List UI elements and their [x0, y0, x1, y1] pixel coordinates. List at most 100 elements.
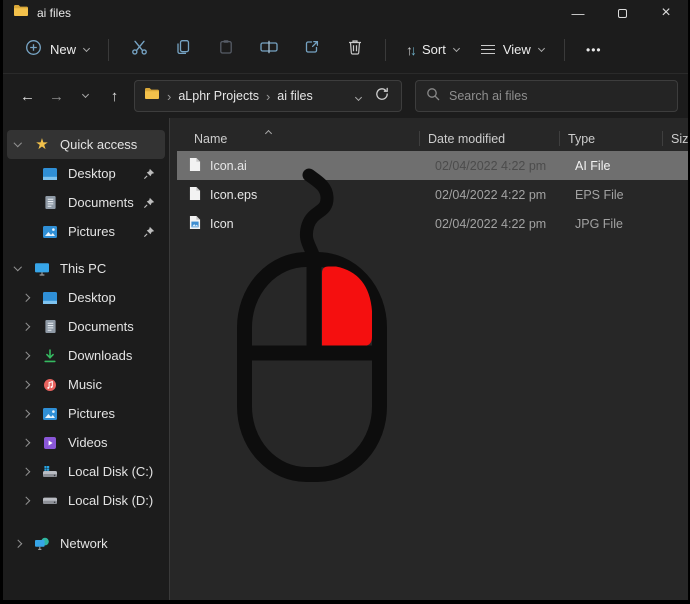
sidebar-item-local-disk-d[interactable]: Local Disk (D:) [7, 486, 165, 515]
breadcrumb-separator: › [265, 88, 271, 104]
breadcrumb-segment-parent[interactable]: aLphr Projects [178, 89, 259, 103]
sidebar-item-documents-pinned[interactable]: Documents [7, 188, 165, 217]
folder-icon [13, 4, 29, 22]
address-bar[interactable]: › aLphr Projects › ai files [134, 80, 402, 112]
address-dropdown-button[interactable] [350, 87, 367, 105]
file-type: AI File [575, 158, 611, 173]
file-row-icon-ai[interactable]: Icon.ai 02/04/2022 4:22 pm AI File [177, 151, 688, 180]
file-date-modified: 02/04/2022 4:22 pm [435, 216, 547, 231]
new-button[interactable]: New [15, 33, 99, 67]
chevron-right-icon[interactable] [21, 496, 30, 505]
cut-button[interactable] [118, 33, 161, 67]
sidebar-item-downloads[interactable]: Downloads [7, 341, 165, 370]
file-name: Icon.ai [210, 158, 247, 173]
folder-icon [144, 87, 160, 105]
sidebar-item-quick-access[interactable]: ★ Quick access [7, 130, 165, 159]
new-button-label: New [50, 42, 77, 57]
up-button[interactable]: ↑ [100, 81, 129, 111]
share-button[interactable] [290, 33, 333, 67]
sort-ascending-icon [264, 129, 273, 138]
recent-locations-button[interactable] [71, 81, 100, 111]
navigation-pane: ★ Quick access Desktop Documents Picture… [3, 118, 170, 600]
close-icon: × [661, 4, 671, 21]
column-label: Type [568, 131, 596, 146]
sidebar-item-label: This PC [60, 261, 107, 276]
mouse-right-button-highlight [322, 266, 372, 346]
chevron-right-icon[interactable] [21, 438, 30, 447]
sidebar-item-this-pc[interactable]: This PC [7, 254, 165, 283]
network-icon [32, 537, 52, 551]
sidebar-item-documents[interactable]: Documents [7, 312, 165, 341]
file-icon [189, 157, 201, 175]
chevron-down-icon [82, 44, 91, 52]
refresh-button[interactable] [367, 87, 392, 106]
sidebar-item-local-disk-c[interactable]: Local Disk (C:) [7, 457, 165, 486]
view-button[interactable]: View [470, 33, 555, 67]
close-button[interactable]: × [644, 0, 688, 26]
refresh-icon [375, 87, 389, 106]
sidebar-item-label: Documents [68, 195, 134, 210]
chevron-right-icon[interactable] [21, 467, 30, 476]
chevron-right-icon[interactable] [21, 380, 30, 389]
column-header-date-modified[interactable]: Date modified [419, 126, 559, 151]
sidebar-item-music[interactable]: Music [7, 370, 165, 399]
forward-button[interactable]: → [42, 81, 71, 111]
chevron-down-icon[interactable] [13, 263, 22, 271]
chevron-down-icon [537, 44, 545, 52]
sidebar-item-desktop-pinned[interactable]: Desktop [7, 159, 165, 188]
sidebar-item-desktop[interactable]: Desktop [7, 283, 165, 312]
column-header-type[interactable]: Type [559, 126, 662, 151]
documents-icon [40, 319, 60, 334]
chevron-down-icon [81, 90, 90, 99]
documents-icon [40, 195, 60, 210]
sidebar-item-network[interactable]: Network [7, 529, 165, 558]
star-icon: ★ [35, 136, 49, 153]
minimize-icon: — [571, 5, 585, 21]
file-explorer-window: ai files — × New ↑↓ Sort View ••• ← → ↑ … [3, 0, 688, 600]
copy-button[interactable] [161, 33, 204, 67]
sidebar-item-label: Documents [68, 319, 134, 334]
breadcrumb-segment-current[interactable]: ai files [277, 89, 312, 103]
column-label: Date modified [428, 131, 506, 146]
sidebar-item-pictures[interactable]: Pictures [7, 399, 165, 428]
rename-button[interactable] [247, 33, 290, 67]
rename-icon [259, 40, 278, 59]
sidebar-item-pictures-pinned[interactable]: Pictures [7, 217, 165, 246]
more-options-button[interactable]: ••• [574, 33, 614, 67]
window-title: ai files [37, 6, 72, 20]
back-button[interactable]: ← [13, 81, 42, 111]
column-header-size[interactable]: Size [662, 126, 688, 151]
sidebar-item-label: Quick access [60, 137, 138, 152]
sidebar-item-videos[interactable]: Videos [7, 428, 165, 457]
chevron-right-icon[interactable] [21, 409, 30, 418]
file-row-icon-jpg[interactable]: Icon 02/04/2022 4:22 pm JPG File [177, 209, 688, 238]
sidebar-section-gap [3, 515, 169, 529]
back-arrow-icon: ← [20, 87, 35, 105]
sidebar-item-label: Pictures [68, 224, 115, 239]
chevron-right-icon[interactable] [21, 351, 30, 360]
paste-button[interactable] [204, 33, 247, 67]
chevron-right-icon[interactable] [21, 293, 30, 302]
chevron-right-icon[interactable] [21, 322, 30, 331]
chevron-down-icon[interactable] [13, 139, 22, 147]
file-name: Icon [210, 216, 234, 231]
image-file-icon [189, 215, 201, 233]
maximize-button[interactable] [600, 0, 644, 26]
toolbar-separator [108, 38, 110, 61]
downloads-icon [40, 348, 60, 363]
search-box[interactable] [415, 80, 678, 112]
column-label: Name [194, 131, 228, 146]
chevron-right-icon[interactable] [13, 539, 22, 548]
column-label: Size [671, 131, 688, 146]
search-input[interactable] [449, 89, 667, 103]
pictures-icon [40, 225, 60, 239]
disk-windows-icon [40, 465, 60, 479]
forward-arrow-icon: → [49, 87, 64, 105]
file-row-icon-eps[interactable]: Icon.eps 02/04/2022 4:22 pm EPS File [177, 180, 688, 209]
delete-button[interactable] [333, 33, 376, 67]
sort-button[interactable]: ↑↓ Sort [395, 33, 470, 67]
minimize-button[interactable]: — [556, 0, 600, 26]
column-header-name[interactable]: Name [170, 126, 419, 151]
view-list-icon [480, 44, 495, 55]
pictures-icon [40, 407, 60, 421]
